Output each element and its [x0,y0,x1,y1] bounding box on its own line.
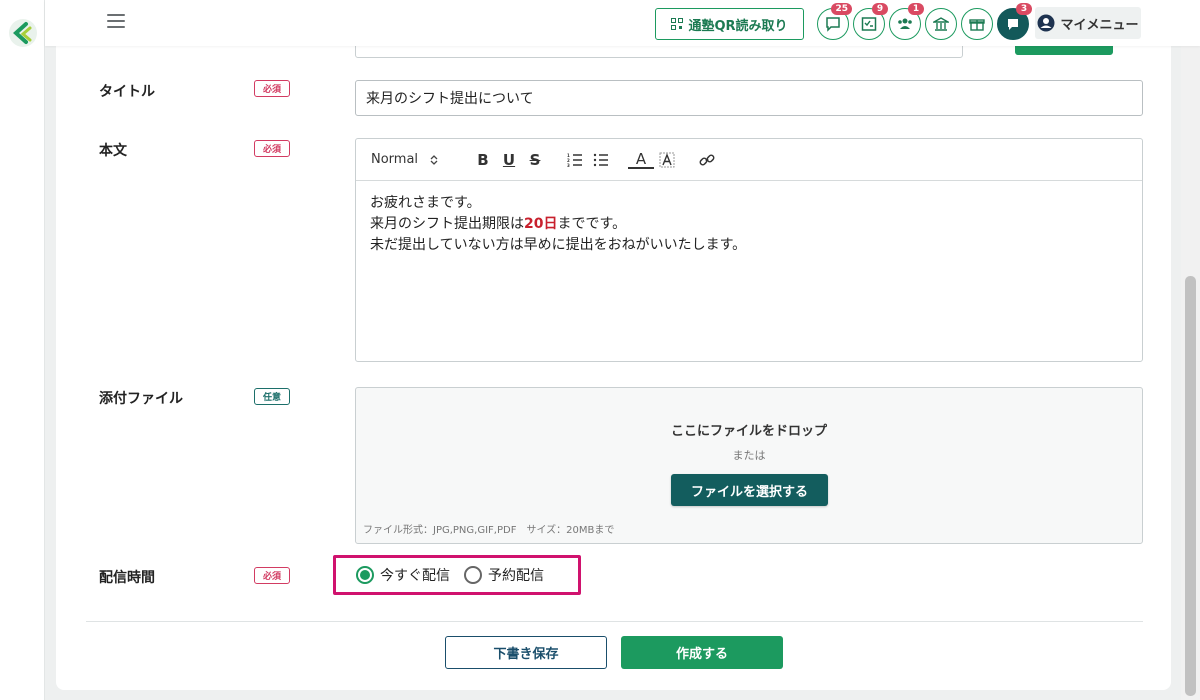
ordered-list-icon[interactable]: 123 [562,148,588,172]
qr-icon [671,18,684,30]
title-required-badge: 必須 [254,80,290,97]
scrollbar-thumb[interactable] [1185,276,1196,696]
body-line-2-pre: 来月のシフト提出期限は [370,216,524,232]
body-line-2-highlight: 20日 [524,216,558,232]
checklist-badge: 9 [872,3,888,15]
body-line-1: お疲れさまです。 [370,195,481,211]
dropzone-or: または [732,449,766,462]
dropzone-title: ここにファイルをドロップ [670,424,827,439]
radio-send-now-label: 今すぐ配信 [380,568,450,584]
qr-scan-label: 通塾QR読み取り [688,18,788,34]
body-line-2-post: までです。 [557,216,627,232]
bullet-list-icon[interactable] [588,148,614,172]
background-color-icon[interactable] [654,148,680,172]
footer-divider [86,621,1143,622]
chat-icon[interactable]: 3 [997,3,1032,40]
rich-text-editor: Normal B U S 123 A お疲れさまです。 来月のシフト提出期限は2… [355,138,1143,362]
radio-scheduled-label: 予約配信 [488,568,544,584]
file-dropzone[interactable]: ここにファイルをドロップ または ファイルを選択する ファイル形式：JPG,PN… [355,387,1143,544]
radio-scheduled-indicator[interactable] [464,566,482,584]
attachment-label: 添付ファイル [99,391,183,407]
message-icon[interactable]: 25 [817,3,852,40]
format-select[interactable]: Normal [371,152,456,167]
chat-badge: 3 [1016,3,1032,15]
page-scrollbar[interactable] [1181,46,1200,700]
title-input[interactable]: 来月のシフト提出について [355,80,1143,116]
save-draft-button[interactable]: 下書き保存 [445,636,607,669]
title-label: タイトル [99,84,155,100]
format-select-label: Normal [371,152,419,167]
attachment-optional-badge: 任意 [254,388,290,405]
select-file-button[interactable]: ファイルを選択する [671,474,828,506]
left-sidebar [0,0,45,700]
delivery-radio-group: 今すぐ配信 予約配信 [333,555,581,595]
link-icon[interactable] [694,148,720,172]
underline-button[interactable]: U [496,148,522,172]
text-color-button[interactable]: A [628,151,654,169]
form-card: タイトル 必須 来月のシフト提出について 本文 必須 Normal B U S … [56,0,1171,690]
editor-content[interactable]: お疲れさまです。 来月のシフト提出期限は20日までです。 未だ提出していない方は… [356,181,1142,268]
svg-text:3: 3 [567,163,570,167]
radio-send-now-indicator[interactable] [356,566,374,584]
body-label: 本文 [99,143,127,159]
delivery-label: 配信時間 [99,570,155,586]
bold-button[interactable]: B [470,148,496,172]
radio-send-now[interactable]: 今すぐ配信 [356,565,450,585]
body-line-2: 来月のシフト提出期限は20日までです。 [370,214,1128,235]
create-button[interactable]: 作成する [621,636,783,669]
editor-toolbar: Normal B U S 123 A [356,139,1142,181]
my-menu-button[interactable]: マイメニュー [1035,7,1141,39]
users-icon[interactable]: 1 [889,3,924,40]
delivery-required-badge: 必須 [254,567,290,584]
hamburger-menu-icon[interactable] [107,14,125,30]
my-menu-label: マイメニュー [1060,17,1139,33]
body-required-badge: 必須 [254,140,290,157]
body-line-3: 未だ提出していない方は早めに提出をおねがいいたします。 [370,237,747,253]
radio-scheduled[interactable]: 予約配信 [464,565,544,585]
users-badge: 1 [908,3,924,15]
top-header: 通塾QR読み取り 25 9 1 3 マイメニュー [45,0,1200,46]
qr-scan-button[interactable]: 通塾QR読み取り [655,8,804,40]
select-arrows-icon [430,154,438,165]
account-icon [1037,14,1055,32]
gift-icon[interactable] [961,8,993,40]
checklist-icon[interactable]: 9 [853,3,888,40]
app-logo-icon[interactable] [8,18,38,48]
message-badge: 25 [831,3,852,15]
strikethrough-button[interactable]: S [522,148,548,172]
file-format-note: ファイル形式：JPG,PNG,GIF,PDF サイズ：20MBまで [363,525,615,536]
school-icon[interactable] [925,8,957,40]
